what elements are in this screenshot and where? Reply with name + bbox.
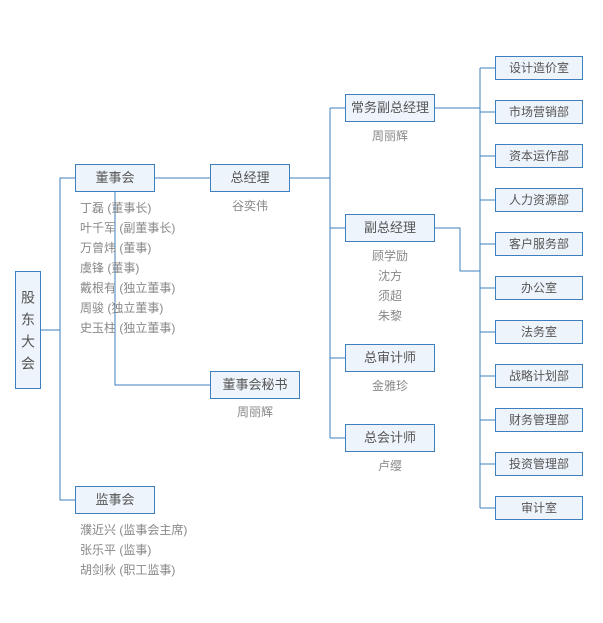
node-board-secretary: 董事会秘书 — [210, 371, 300, 399]
node-shareholders-meeting: 股东大会 — [15, 271, 41, 389]
board-member: 戴根有 (独立董事) — [80, 278, 175, 298]
node-exec-deputy-gm-label: 常务副总经理 — [351, 100, 429, 115]
dept-node: 财务管理部 — [495, 408, 583, 432]
board-members-list: 丁磊 (董事长) 叶千军 (副董事长) 万曾炜 (董事) 虞锋 (董事) 戴根有… — [80, 198, 175, 338]
dept-node: 办公室 — [495, 276, 583, 300]
supervisory-members-list: 濮近兴 (监事会主席) 张乐平 (监事) 胡剑秋 (职工监事) — [80, 520, 187, 580]
dept-node: 战略计划部 — [495, 364, 583, 388]
dept-label: 投资管理部 — [509, 457, 569, 471]
dept-label: 法务室 — [521, 325, 557, 339]
node-general-manager: 总经理 — [210, 164, 290, 192]
dept-label: 财务管理部 — [509, 413, 569, 427]
supervisory-member: 胡剑秋 (职工监事) — [80, 560, 187, 580]
node-supervisory-board: 监事会 — [75, 486, 155, 514]
dept-label: 战略计划部 — [509, 369, 569, 383]
exec-deputy-gm-person: 周丽辉 — [345, 126, 435, 146]
dept-label: 客户服务部 — [509, 237, 569, 251]
dept-node: 设计造价室 — [495, 56, 583, 80]
dept-label: 审计室 — [521, 501, 557, 515]
dept-node: 法务室 — [495, 320, 583, 344]
dept-label: 设计造价室 — [509, 61, 569, 75]
dept-node: 资本运作部 — [495, 144, 583, 168]
node-board-of-directors-label: 董事会 — [95, 170, 134, 185]
node-chief-auditor-label: 总审计师 — [364, 350, 416, 365]
general-manager-person: 谷奕伟 — [210, 196, 290, 216]
board-member: 叶千军 (副董事长) — [80, 218, 175, 238]
board-member: 万曾炜 (董事) — [80, 238, 175, 258]
node-board-of-directors: 董事会 — [75, 164, 155, 192]
supervisory-member: 濮近兴 (监事会主席) — [80, 520, 187, 540]
node-exec-deputy-gm: 常务副总经理 — [345, 94, 435, 122]
dept-node: 投资管理部 — [495, 452, 583, 476]
deputy-gm-people: 顾学励 沈方 须超 朱黎 — [345, 246, 435, 326]
dept-node: 审计室 — [495, 496, 583, 520]
deputy-gm-person: 须超 — [345, 286, 435, 306]
chief-auditor-person: 金雅珍 — [345, 376, 435, 396]
supervisory-member: 张乐平 (监事) — [80, 540, 187, 560]
dept-label: 资本运作部 — [509, 149, 569, 163]
board-member: 史玉柱 (独立董事) — [80, 318, 175, 338]
dept-label: 人力资源部 — [509, 193, 569, 207]
node-supervisory-board-label: 监事会 — [95, 492, 134, 507]
node-chief-auditor: 总审计师 — [345, 344, 435, 372]
deputy-gm-person: 沈方 — [345, 266, 435, 286]
dept-node: 人力资源部 — [495, 188, 583, 212]
deputy-gm-person: 顾学励 — [345, 246, 435, 266]
board-member: 虞锋 (董事) — [80, 258, 175, 278]
node-general-manager-label: 总经理 — [230, 170, 269, 185]
chief-accountant-person: 卢缨 — [345, 456, 435, 476]
node-deputy-gm: 副总经理 — [345, 214, 435, 242]
board-secretary-person: 周丽辉 — [210, 402, 300, 422]
node-chief-accountant: 总会计师 — [345, 424, 435, 452]
node-board-secretary-label: 董事会秘书 — [222, 377, 287, 392]
node-shareholders-meeting-label: 股东大会 — [18, 282, 38, 378]
dept-label: 市场营销部 — [509, 105, 569, 119]
board-member: 周骏 (独立董事) — [80, 298, 175, 318]
deputy-gm-person: 朱黎 — [345, 306, 435, 326]
node-deputy-gm-label: 副总经理 — [364, 220, 416, 235]
dept-label: 办公室 — [521, 281, 557, 295]
dept-node: 客户服务部 — [495, 232, 583, 256]
node-chief-accountant-label: 总会计师 — [364, 430, 416, 445]
board-member: 丁磊 (董事长) — [80, 198, 175, 218]
dept-node: 市场营销部 — [495, 100, 583, 124]
